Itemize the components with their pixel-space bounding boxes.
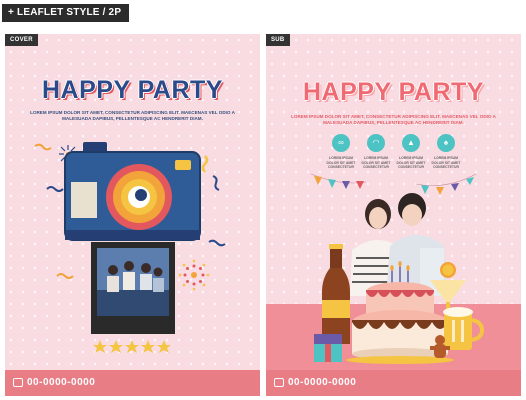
confetti-swirl xyxy=(56,273,74,279)
bottle xyxy=(322,244,350,344)
sub-panel[interactable]: SUB HAPPY PARTY LOREM IPSUM DOLOR SIT AM… xyxy=(266,34,521,396)
camera-illustration xyxy=(34,142,226,353)
sub-phone: 00-0000-0000 xyxy=(288,377,357,388)
bunting-left xyxy=(310,173,367,189)
header-bar: + LEAFLET STYLE / 2P xyxy=(0,0,526,26)
confetti-swirl xyxy=(212,175,220,191)
header-label: + LEAFLET STYLE / 2P xyxy=(2,4,130,22)
party-illustration xyxy=(310,173,485,364)
instant-photo xyxy=(91,242,175,334)
bunting-right xyxy=(415,173,477,195)
confetti-swirl xyxy=(34,143,52,151)
confetti-swirl xyxy=(201,155,209,173)
cover-footer: 00-0000-0000 xyxy=(5,370,260,396)
phone-icon xyxy=(13,378,23,387)
confetti-swirl xyxy=(208,239,226,247)
camera-icon xyxy=(64,142,201,241)
confetti-swirl xyxy=(46,186,64,192)
stars-row xyxy=(93,340,171,353)
gift-box xyxy=(314,334,342,362)
cover-phone: 00-0000-0000 xyxy=(27,377,96,388)
sub-footer: 00-0000-0000 xyxy=(266,370,521,396)
firework-right xyxy=(178,259,210,291)
cover-panel[interactable]: COVER HAPPY PARTY LOREM IPSUM DOLOR SIT … xyxy=(5,34,260,396)
beer-mug xyxy=(443,307,485,350)
phone-icon xyxy=(274,378,284,387)
